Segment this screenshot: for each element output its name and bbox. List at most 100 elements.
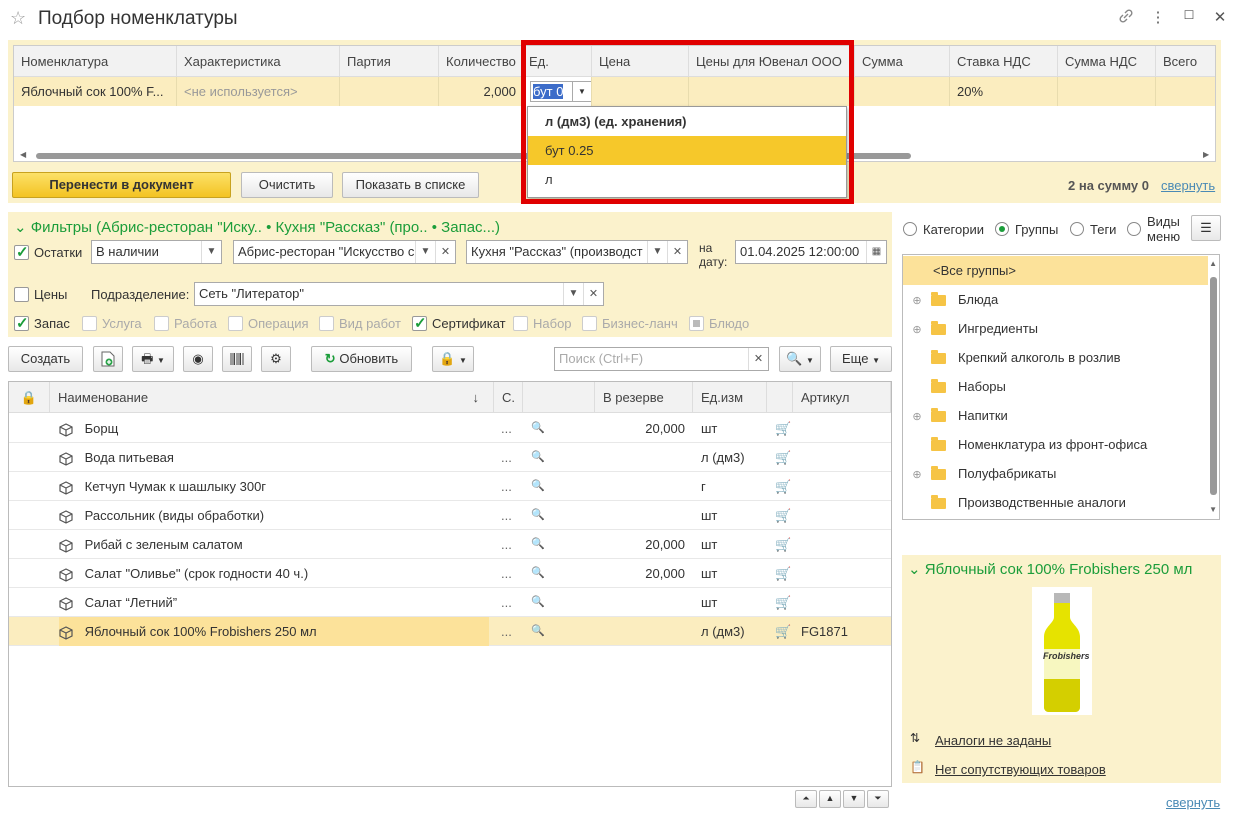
cart-icon[interactable]: 🛒 [775, 617, 795, 646]
expand-icon[interactable]: ⊕ [903, 316, 931, 345]
magnifier-icon[interactable]: 🔍 [531, 501, 561, 530]
magnifier-icon[interactable]: 🔍 [531, 617, 561, 646]
calendar-icon[interactable]: ▦ [866, 241, 886, 263]
filters-header[interactable]: ⌄ Фильтры (Абрис-ресторан "Иску.. • Кухн… [14, 218, 500, 236]
group-item[interactable]: ⊕ Полуфабрикаты [903, 459, 1208, 488]
cell-total[interactable] [1156, 77, 1215, 106]
scroll-left-icon[interactable]: ◀ [20, 150, 26, 159]
col-lock-icon[interactable]: 🔒 [9, 382, 50, 413]
magnifier-icon[interactable]: 🔍 [531, 530, 561, 559]
warehouse-field[interactable]: Кухня "Рассказ" (производст ▼ ✕ [466, 240, 688, 264]
row-ellipsis[interactable]: ... [501, 414, 521, 443]
col-batch[interactable]: Партия [340, 46, 439, 77]
chevron-down-icon[interactable]: ▼ [647, 241, 667, 263]
group-item[interactable]: Производственные аналоги [903, 488, 1208, 517]
col-name[interactable]: Наименование ↓ [50, 382, 494, 413]
magnifier-icon[interactable]: 🔍 [531, 443, 561, 472]
first-row-icon[interactable]: ⏶ [795, 790, 817, 808]
collapse-right-link[interactable]: свернуть [1166, 795, 1220, 810]
col-quantity[interactable]: Количество [439, 46, 522, 77]
show-in-list-button[interactable]: Показать в списке [342, 172, 479, 198]
stock-select[interactable]: В наличии ▼ [91, 240, 222, 264]
clear-icon[interactable]: ✕ [435, 241, 455, 263]
row-ellipsis[interactable]: ... [501, 588, 521, 617]
table-row[interactable]: Кетчуп Чумак к шашлыку 300г ... 🔍 г 🛒 [9, 472, 891, 501]
col-total[interactable]: Всего [1156, 46, 1215, 77]
col-view[interactable] [523, 382, 595, 413]
row-name[interactable]: Борщ [59, 414, 489, 443]
more-button[interactable]: Еще ▼ [830, 346, 892, 372]
prev-row-icon[interactable]: ▲ [819, 790, 841, 808]
settings-gear-icon[interactable]: ⚙ [261, 346, 291, 372]
row-ellipsis[interactable]: ... [501, 559, 521, 588]
row-ellipsis[interactable]: ... [501, 617, 521, 646]
row-ellipsis[interactable]: ... [501, 501, 521, 530]
col-characteristic[interactable]: Характеристика [177, 46, 340, 77]
table-row[interactable]: Вода питьевая ... 🔍 л (дм3) 🛒 [9, 443, 891, 472]
refresh-button[interactable]: ↻ Обновить [311, 346, 412, 372]
magnifier-icon[interactable]: 🔍 [531, 414, 561, 443]
chevron-down-icon[interactable]: ▼ [563, 283, 583, 305]
prices-checkbox[interactable] [14, 287, 29, 302]
cart-icon[interactable]: 🛒 [775, 443, 795, 472]
cell-vat-rate[interactable]: 20% [950, 77, 1058, 106]
col-sum[interactable]: Сумма [855, 46, 950, 77]
magnifier-icon[interactable]: 🔍 [531, 588, 561, 617]
scroll-down-icon[interactable]: ▼ [1209, 505, 1217, 514]
expand-icon[interactable]: ⊕ [903, 519, 931, 520]
group-item[interactable]: Крепкий алкоголь в розлив [903, 343, 1208, 372]
expand-icon[interactable]: ⊕ [903, 287, 931, 316]
type-stock-checkbox[interactable] [14, 314, 29, 332]
row-name[interactable]: Яблочный сок 100% Frobishers 250 мл [59, 617, 489, 646]
table-row[interactable]: Рибай с зеленым салатом ... 🔍 20,000 шт … [9, 530, 891, 559]
row-name[interactable]: Рибай с зеленым салатом [59, 530, 489, 559]
chevron-down-icon[interactable]: ▼ [201, 241, 221, 263]
row-name[interactable]: Салат "Оливье" (срок годности 40 ч.) [59, 559, 489, 588]
expand-icon[interactable]: ⊕ [903, 461, 931, 490]
mode-tags-radio[interactable] [1070, 222, 1084, 236]
group-item[interactable]: ⊕Услуги [903, 517, 1208, 520]
link-icon[interactable] [1116, 8, 1136, 28]
cell-vat-sum[interactable] [1058, 77, 1156, 106]
col-reserve[interactable]: В резерве [595, 382, 693, 413]
group-item[interactable]: ⊕ Ингредиенты [903, 314, 1208, 343]
add-doc-icon[interactable] [93, 346, 123, 372]
type-certificate-checkbox[interactable] [412, 314, 427, 332]
clear-search-icon[interactable]: ✕ [748, 348, 768, 370]
related-link[interactable]: Нет сопутствующих товаров [935, 762, 1106, 777]
group-item[interactable]: ⊕ Напитки [903, 401, 1208, 430]
clear-button[interactable]: Очистить [241, 172, 333, 198]
table-row[interactable]: Салат "Оливье" (срок годности 40 ч.) ...… [9, 559, 891, 588]
col-cart[interactable] [767, 382, 793, 413]
table-row[interactable]: Рассольник (виды обработки) ... 🔍 шт 🛒 [9, 501, 891, 530]
row-name[interactable]: Салат “Летний” [59, 588, 489, 617]
next-row-icon[interactable]: ▼ [843, 790, 865, 808]
row-name[interactable]: Вода питьевая [59, 443, 489, 472]
last-row-icon[interactable]: ⏷ [867, 790, 889, 808]
groups-scrollbar[interactable] [1210, 277, 1217, 495]
table-row[interactable]: Борщ ... 🔍 20,000 шт 🛒 [9, 414, 891, 443]
cell-quantity[interactable]: 2,000 [439, 77, 522, 106]
mode-categories-radio[interactable] [903, 222, 917, 236]
eye-icon[interactable]: ◉ [183, 346, 213, 372]
group-item[interactable]: Номенклатура из фронт-офиса [903, 430, 1208, 459]
barcode-icon[interactable] [222, 346, 252, 372]
lock-icon[interactable]: 🔒 ▼ [432, 346, 474, 372]
cell-batch[interactable] [340, 77, 439, 106]
group-item[interactable]: ⊕ Блюда [903, 285, 1208, 314]
analogs-link[interactable]: Аналоги не заданы [935, 733, 1051, 748]
row-name[interactable]: Кетчуп Чумак к шашлыку 300г [59, 472, 489, 501]
print-icon[interactable]: 🖶 ▼ [132, 346, 174, 372]
cart-icon[interactable]: 🛒 [775, 472, 795, 501]
transfer-to-document-button[interactable]: Перенести в документ [12, 172, 231, 198]
scroll-up-icon[interactable]: ▲ [1209, 259, 1217, 268]
cell-sum[interactable] [855, 77, 950, 106]
row-ellipsis[interactable]: ... [501, 443, 521, 472]
col-article[interactable]: Артикул [793, 382, 891, 413]
cell-nomenclature[interactable]: Яблочный сок 100% F... [14, 77, 177, 106]
cart-icon[interactable]: 🛒 [775, 414, 795, 443]
magnifier-icon[interactable]: 🔍 [531, 472, 561, 501]
row-ellipsis[interactable]: ... [501, 472, 521, 501]
cart-icon[interactable]: 🛒 [775, 530, 795, 559]
col-nomenclature[interactable]: Номенклатура [14, 46, 177, 77]
